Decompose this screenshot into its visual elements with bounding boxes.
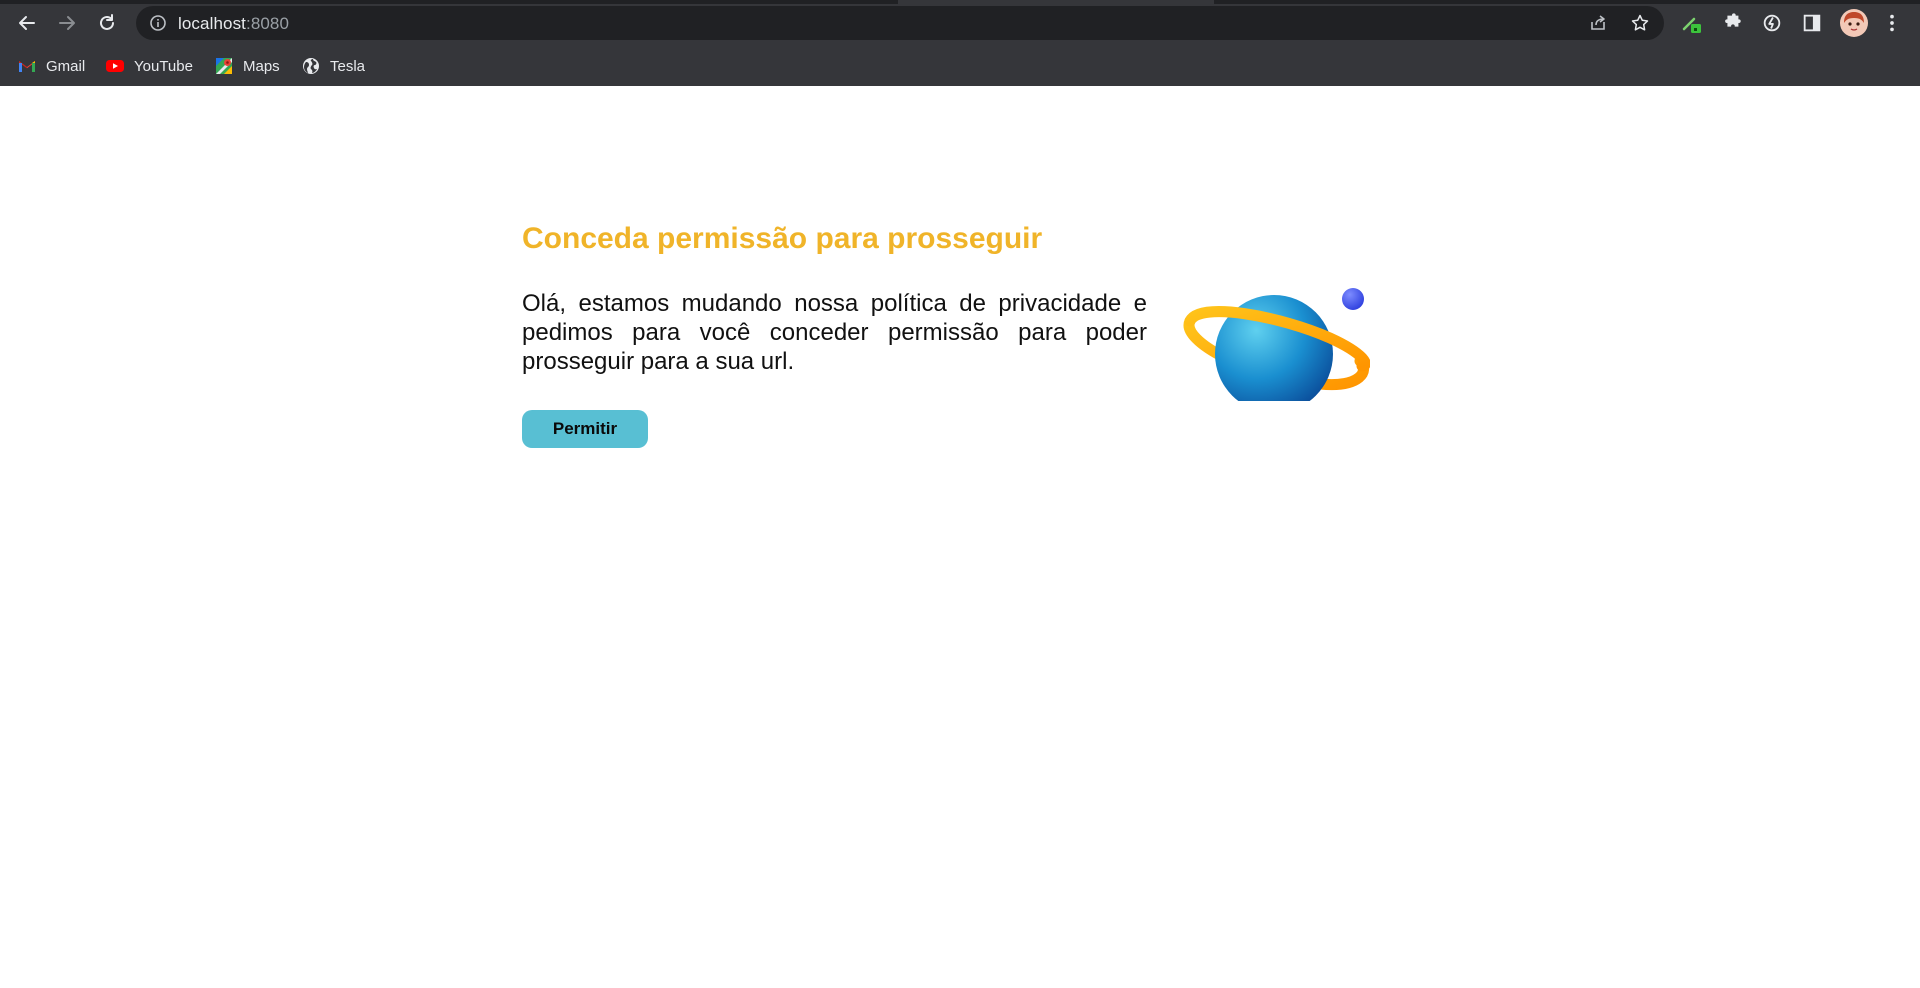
planet-illustration: [1183, 288, 1370, 401]
reload-icon: [100, 14, 114, 30]
more-vertical-icon: [1890, 14, 1894, 32]
extensions-button[interactable]: [1720, 11, 1744, 35]
arrow-left-icon: [19, 16, 35, 30]
address-bar[interactable]: localhost:8080: [136, 6, 1664, 40]
profile-avatar[interactable]: [1840, 9, 1868, 37]
browser-toolbar: localhost:8080: [0, 0, 1920, 46]
bookmark-youtube[interactable]: YouTube: [106, 54, 193, 78]
permission-message: Olá, estamos mudando nossa política de p…: [522, 290, 1147, 375]
bookmark-label: Maps: [243, 57, 280, 75]
bookmarks-bar: Gmail YouTube Maps Tesla: [0, 46, 1920, 86]
url-text[interactable]: localhost:8080: [178, 14, 289, 34]
url-host: localhost: [178, 14, 246, 33]
gmail-icon: [18, 57, 36, 75]
active-tab[interactable]: [898, 0, 1214, 4]
bookmark-label: YouTube: [134, 57, 193, 75]
youtube-icon: [106, 57, 124, 75]
side-panel-button[interactable]: [1800, 11, 1824, 35]
tab-strip: [0, 0, 1920, 4]
bookmark-maps[interactable]: Maps: [215, 54, 280, 78]
globe-icon: [302, 57, 320, 75]
menu-button[interactable]: [1880, 11, 1904, 35]
bookmark-tesla[interactable]: Tesla: [302, 54, 365, 78]
bookmark-label: Gmail: [46, 57, 86, 75]
pen-extension-icon: [1682, 17, 1701, 33]
share-icon[interactable]: [1588, 13, 1608, 33]
page-content: Conceda permissão para prosseguir Olá, e…: [0, 86, 1920, 988]
info-icon[interactable]: [149, 14, 167, 32]
extension-pen-button[interactable]: [1680, 11, 1704, 35]
permit-button[interactable]: Permitir: [522, 410, 648, 448]
back-button[interactable]: [13, 9, 41, 37]
url-port: :8080: [246, 14, 290, 33]
page-title: Conceda permissão para prosseguir: [522, 222, 1043, 255]
puzzle-icon: [1725, 13, 1741, 27]
bookmark-gmail[interactable]: Gmail: [18, 54, 85, 78]
reload-button[interactable]: [93, 9, 121, 37]
moon: [1342, 288, 1364, 310]
side-panel-icon: [1803, 14, 1821, 32]
performance-button[interactable]: [1760, 11, 1784, 35]
bookmark-label: Tesla: [330, 57, 366, 75]
bookmark-star-icon[interactable]: [1630, 13, 1650, 33]
forward-button[interactable]: [53, 9, 81, 37]
performance-icon: [1763, 14, 1781, 32]
maps-icon: [215, 57, 233, 75]
arrow-right-icon: [59, 16, 75, 30]
browser-chrome: localhost:8080 Gmail YouTube Maps Tesla: [0, 0, 1920, 86]
avatar-icon: [1840, 9, 1868, 37]
